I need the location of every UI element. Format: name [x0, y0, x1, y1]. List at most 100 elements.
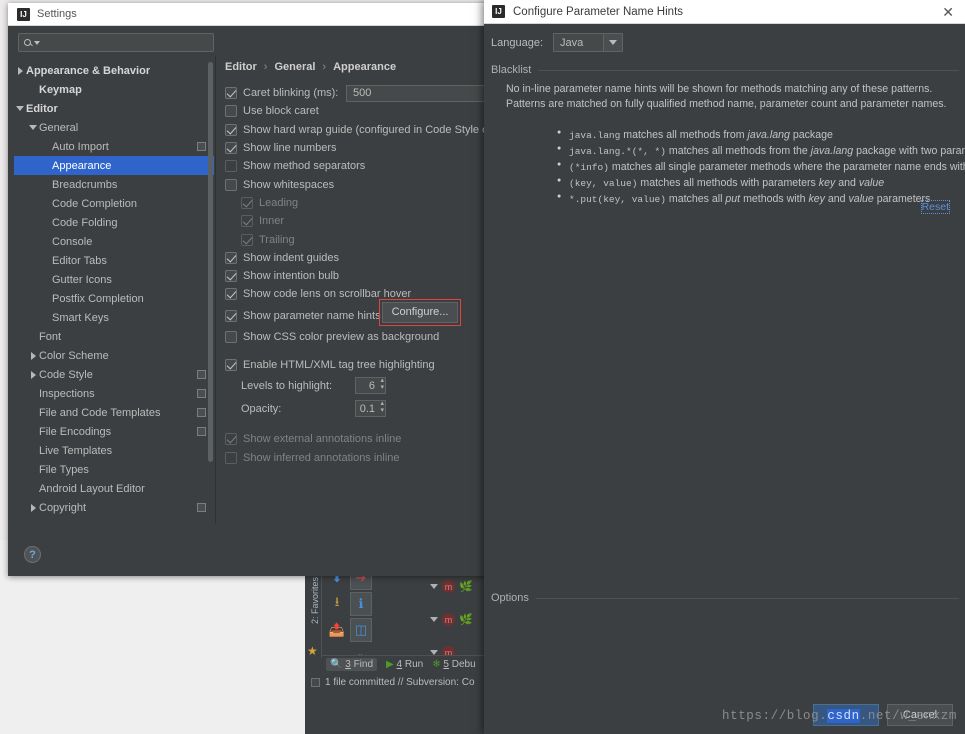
chevron-down-icon[interactable]	[27, 125, 39, 130]
show-line-numbers-checkbox[interactable]	[225, 142, 237, 154]
tool-button-find[interactable]: 🔍 3 Find	[326, 658, 377, 671]
show-intention-bulb-checkbox[interactable]	[225, 270, 237, 282]
sidebar-item-auto-import[interactable]: Auto Import	[14, 137, 214, 156]
option-show-method-separators[interactable]: Show method separators	[225, 157, 487, 175]
option-leading[interactable]: Leading	[225, 194, 487, 212]
cancel-button[interactable]: Cancel	[887, 704, 953, 726]
sidebar-item-copyright[interactable]: Copyright	[14, 498, 214, 517]
show-whitespaces-checkbox[interactable]	[225, 179, 237, 191]
option-show-inferred-annotations[interactable]: Show inferred annotations inline	[225, 448, 487, 466]
export-icon[interactable]: 📤	[326, 618, 348, 642]
sidebar-item-appearance[interactable]: Appearance	[14, 156, 214, 175]
leading-checkbox[interactable]	[241, 197, 253, 209]
breadcrumb-item-editor[interactable]: Editor	[225, 61, 257, 73]
levels-to-highlight-row[interactable]: Levels to highlight: 6	[225, 374, 487, 397]
settings-category-tree[interactable]: Appearance & BehaviorKeymapEditorGeneral…	[14, 61, 214, 524]
reset-link[interactable]: Reset	[921, 200, 950, 214]
copy-settings-icon[interactable]	[197, 370, 206, 379]
option-show-intention-bulb[interactable]: Show intention bulb	[225, 267, 487, 285]
settings-splitter[interactable]	[215, 56, 216, 524]
sidebar-item-console[interactable]: Console	[14, 232, 214, 251]
info-icon[interactable]: ℹ	[350, 592, 372, 616]
chevron-right-icon[interactable]	[27, 371, 39, 379]
help-button[interactable]: ?	[24, 546, 41, 563]
copy-settings-icon[interactable]	[197, 389, 206, 398]
copy-settings-icon[interactable]	[197, 408, 206, 417]
sidebar-item-editor[interactable]: Editor	[14, 99, 214, 118]
sidebar-item-appearance-behavior[interactable]: Appearance & Behavior	[14, 61, 214, 80]
sidebar-item-inspections[interactable]: Inspections	[14, 384, 214, 403]
status-checkbox-icon[interactable]	[311, 678, 320, 687]
copy-settings-icon[interactable]	[197, 142, 206, 151]
sidebar-item-postfix-completion[interactable]: Postfix Completion	[14, 289, 214, 308]
gutter-row[interactable]: m 🌿	[430, 603, 490, 636]
show-external-annotations-checkbox[interactable]	[225, 433, 237, 445]
option-caret-blinking[interactable]: Caret blinking (ms): 500	[225, 84, 487, 102]
tree-scrollbar[interactable]	[208, 62, 213, 462]
chevron-down-icon[interactable]	[603, 34, 622, 51]
show-code-lens-checkbox[interactable]	[225, 288, 237, 300]
breadcrumb-item-appearance[interactable]: Appearance	[333, 61, 396, 73]
opacity-row[interactable]: Opacity: 0.1	[225, 397, 487, 420]
levels-to-highlight-stepper[interactable]: 6	[355, 377, 386, 394]
option-show-css-color-preview[interactable]: Show CSS color preview as background	[225, 328, 487, 346]
ok-button[interactable]: OK	[813, 704, 879, 726]
show-css-color-preview-checkbox[interactable]	[225, 331, 237, 343]
breadcrumb-item-general[interactable]: General	[274, 61, 315, 73]
sidebar-item-android-layout-editor[interactable]: Android Layout Editor	[14, 479, 214, 498]
option-show-whitespaces[interactable]: Show whitespaces	[225, 175, 487, 193]
caret-blinking-input[interactable]: 500	[346, 85, 487, 102]
show-inferred-annotations-checkbox[interactable]	[225, 452, 237, 464]
show-hard-wrap-checkbox[interactable]	[225, 124, 237, 136]
sidebar-item-font[interactable]: Font	[14, 327, 214, 346]
copy-settings-icon[interactable]	[197, 427, 206, 436]
chevron-down-icon[interactable]	[14, 106, 26, 111]
vcs-toolbar-column-left[interactable]: ⬇ ⭳ 📤	[326, 566, 350, 644]
chevron-right-icon[interactable]	[27, 352, 39, 360]
settings-search[interactable]	[18, 33, 214, 52]
tool-button-run[interactable]: ▶ 4 Run	[386, 659, 423, 670]
show-indent-guides-checkbox[interactable]	[225, 252, 237, 264]
sidebar-item-code-folding[interactable]: Code Folding	[14, 213, 214, 232]
chevron-down-icon[interactable]	[430, 584, 438, 589]
trailing-checkbox[interactable]	[241, 234, 253, 246]
inner-checkbox[interactable]	[241, 215, 253, 227]
option-enable-html-tag-tree[interactable]: Enable HTML/XML tag tree highlighting	[225, 356, 487, 374]
close-icon[interactable]: ✕	[939, 5, 957, 19]
option-show-hard-wrap-guide[interactable]: Show hard wrap guide (configured in Code…	[225, 121, 487, 139]
option-show-line-numbers[interactable]: Show line numbers	[225, 139, 487, 157]
sidebar-item-color-scheme[interactable]: Color Scheme	[14, 346, 214, 365]
language-select[interactable]: Java	[553, 33, 623, 52]
show-method-separators-checkbox[interactable]	[225, 160, 237, 172]
sidebar-item-gutter-icons[interactable]: Gutter Icons	[14, 270, 214, 289]
sidebar-item-file-encodings[interactable]: File Encodings	[14, 422, 214, 441]
chevron-down-icon[interactable]	[34, 41, 40, 45]
option-use-block-caret[interactable]: Use block caret	[225, 102, 487, 120]
sidebar-item-code-completion[interactable]: Code Completion	[14, 194, 214, 213]
option-inner[interactable]: Inner	[225, 212, 487, 230]
copy-settings-icon[interactable]	[197, 503, 206, 512]
sidebar-item-smart-keys[interactable]: Smart Keys	[14, 308, 214, 327]
chevron-right-icon[interactable]	[14, 67, 26, 75]
option-show-parameter-name-hints[interactable]: Show parameter name hints Configure...	[225, 304, 487, 328]
sidebar-item-code-style[interactable]: Code Style	[14, 365, 214, 384]
console-icon[interactable]: ◫	[350, 618, 372, 642]
enable-html-tag-tree-checkbox[interactable]	[225, 359, 237, 371]
sidebar-item-file-and-code-templates[interactable]: File and Code Templates	[14, 403, 214, 422]
sidebar-item-file-types[interactable]: File Types	[14, 460, 214, 479]
tool-button-debug[interactable]: ❄ 5 Debu	[432, 659, 475, 670]
sidebar-item-keymap[interactable]: Keymap	[14, 80, 214, 99]
chevron-down-icon[interactable]	[430, 617, 438, 622]
sidebar-item-editor-tabs[interactable]: Editor Tabs	[14, 251, 214, 270]
opacity-stepper[interactable]: 0.1	[355, 400, 386, 417]
caret-blinking-checkbox[interactable]	[225, 87, 237, 99]
use-block-caret-checkbox[interactable]	[225, 105, 237, 117]
option-show-indent-guides[interactable]: Show indent guides	[225, 249, 487, 267]
sidebar-item-general[interactable]: General	[14, 118, 214, 137]
option-trailing[interactable]: Trailing	[225, 230, 487, 248]
show-parameter-name-hints-checkbox[interactable]	[225, 310, 237, 322]
sidebar-item-live-templates[interactable]: Live Templates	[14, 441, 214, 460]
option-show-external-annotations[interactable]: Show external annotations inline	[225, 430, 487, 448]
sidebar-item-breadcrumbs[interactable]: Breadcrumbs	[14, 175, 214, 194]
import-icon[interactable]: ⭳	[326, 592, 348, 616]
